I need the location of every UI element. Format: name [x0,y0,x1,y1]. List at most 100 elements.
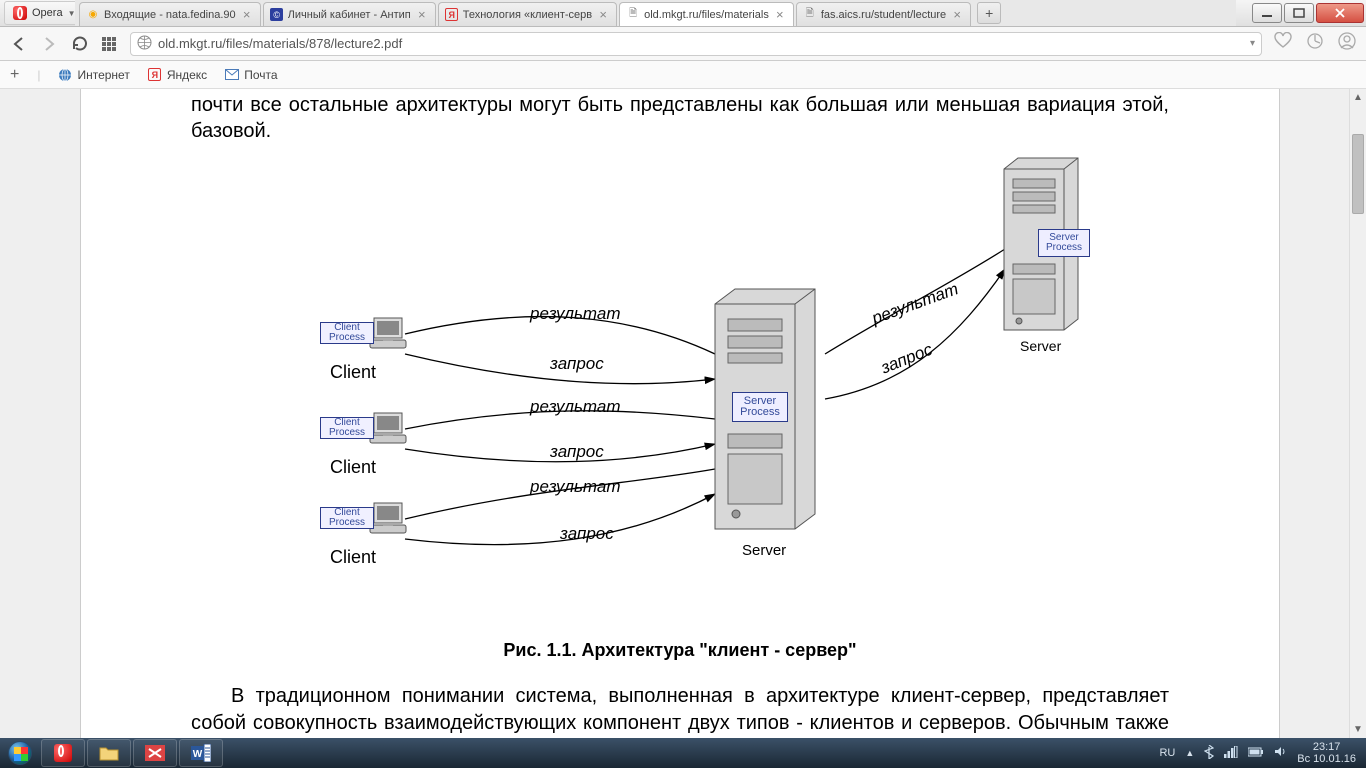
bookmark-label: Яндекс [167,68,207,82]
vertical-scrollbar[interactable]: ▲ ▼ [1349,89,1366,738]
bookmark-mail[interactable]: Почта [225,68,277,82]
tray-time: 23:17 [1297,741,1356,753]
file-favicon-icon: 🗎 [803,8,817,22]
opera-logo-icon [13,6,27,20]
tab-fas[interactable]: 🗎 fas.aics.ru/student/lecture × [796,2,971,26]
address-bar: old.mkgt.ru/files/materials/878/lecture2… [0,27,1366,61]
tray-date: Вс 10.01.16 [1297,753,1356,765]
edge-request: запрос [550,442,604,462]
folder-icon [99,745,119,761]
tray-clock[interactable]: 23:17 Вс 10.01.16 [1297,741,1356,765]
client-label: Client [330,362,376,383]
new-tab-button[interactable]: + [977,2,1001,24]
close-icon[interactable]: × [240,8,254,22]
taskbar-item-snip[interactable] [133,739,177,767]
scroll-thumb[interactable] [1352,134,1364,214]
client-label: Client [330,457,376,478]
tray-lang[interactable]: RU [1159,747,1175,759]
tab-yandex[interactable]: Я Технология «клиент-серв × [438,2,617,26]
viewport: почти все остальные архитектуры могут бы… [0,89,1366,738]
bookmark-label: Интернет [77,68,129,82]
bookmark-yandex[interactable]: Я Яндекс [148,68,207,82]
diagram-server-main: Server Process [710,284,820,534]
edge-result: результат [530,477,620,497]
computer-icon [368,499,408,539]
tab-title: fas.aics.ru/student/lecture [821,9,946,21]
client-label: Client [330,547,376,568]
scroll-up-button[interactable]: ▲ [1350,89,1366,106]
url-input[interactable]: old.mkgt.ru/files/materials/878/lecture2… [130,32,1262,56]
tab-bar: ◉ Входящие - nata.fedina.90 × © Личный к… [75,0,1236,27]
edge-result: результат [530,397,620,417]
bluetooth-icon[interactable] [1204,745,1214,762]
edge-request: запрос [550,354,604,374]
close-icon[interactable]: × [950,8,964,22]
mail-icon [225,68,239,82]
minimize-button[interactable] [1252,3,1282,23]
network-icon[interactable] [1224,746,1238,761]
tray-show-hidden-icon[interactable]: ▲ [1185,748,1194,758]
tab-title: Входящие - nata.fedina.90 [104,9,236,21]
mail-favicon-icon: ◉ [86,8,100,22]
tab-inbox[interactable]: ◉ Входящие - nata.fedina.90 × [79,2,261,26]
dropdown-icon[interactable]: ▾ [1250,38,1255,49]
file-favicon-icon: 🗎 [626,8,640,22]
forward-button[interactable] [40,35,58,53]
windows-orb-icon [8,741,32,765]
volume-icon[interactable] [1274,745,1287,761]
tab-title: old.mkgt.ru/files/materials [644,9,769,21]
server-process-label: Server Process [732,392,788,422]
client-process-label: Client Process [320,507,374,529]
heart-icon[interactable] [1274,32,1292,55]
system-tray: RU ▲ 23:17 Вс 10.01.16 [1149,741,1366,765]
maximize-button[interactable] [1284,3,1314,23]
turbo-icon[interactable] [1306,32,1324,55]
profile-icon[interactable] [1338,32,1356,55]
close-window-button[interactable] [1316,3,1364,23]
client-process-label: Client Process [320,322,374,344]
opera-label: Opera [32,7,63,19]
computer-icon [368,314,408,354]
opera-menu-button[interactable]: Opera ▼ [4,1,85,25]
scroll-down-button[interactable]: ▼ [1350,721,1366,738]
close-icon[interactable]: × [596,8,610,22]
diagram-server-remote: Server Process [1000,154,1082,334]
url-text: old.mkgt.ru/files/materials/878/lecture2… [158,36,1244,51]
add-bookmark-button[interactable]: + [10,66,19,84]
bookmarks-bar: + | Интернет Я Яндекс Почта [0,61,1366,89]
windows-taskbar: W RU ▲ 23:17 Вс 10.01.16 [0,738,1366,768]
reload-button[interactable] [70,35,88,53]
edge-result: результат [530,304,620,324]
pdf-page: почти все остальные архитектуры могут бы… [80,89,1280,738]
taskbar-item-explorer[interactable] [87,739,131,767]
yandex-icon: Я [148,68,162,82]
tab-pdf-active[interactable]: 🗎 old.mkgt.ru/files/materials × [619,2,794,26]
yandex-favicon-icon: Я [445,8,459,22]
svg-text:W: W [193,749,203,760]
window-controls [1252,3,1366,23]
taskbar-item-word[interactable]: W [179,739,223,767]
word-icon: W [191,744,211,762]
close-icon[interactable]: × [415,8,429,22]
back-button[interactable] [10,35,28,53]
client-process-label: Client Process [320,417,374,439]
battery-icon[interactable] [1248,747,1264,760]
doc-paragraph-bottom: В традиционном понимании система, выполн… [81,683,1279,738]
figure-caption: Рис. 1.1. Архитектура "клиент - сервер" [81,640,1279,661]
scissors-icon [145,745,165,761]
tab-title: Технология «клиент-серв [463,9,592,21]
server-label: Server [742,542,786,559]
close-icon[interactable]: × [773,8,787,22]
bookmark-internet[interactable]: Интернет [58,68,129,82]
speed-dial-button[interactable] [100,35,118,53]
globe-icon [137,35,152,53]
taskbar-item-opera[interactable] [41,739,85,767]
bookmark-label: Почта [244,68,277,82]
doc-paragraph-top: почти все остальные архитектуры могут бы… [81,89,1279,154]
server-process-label: Server Process [1038,229,1090,257]
tab-antiplagiat[interactable]: © Личный кабинет - Антип × [263,2,436,26]
edge-request: запрос [560,524,614,544]
site-favicon-icon: © [270,8,284,22]
tab-title: Личный кабинет - Антип [288,9,411,21]
start-button[interactable] [0,738,40,768]
